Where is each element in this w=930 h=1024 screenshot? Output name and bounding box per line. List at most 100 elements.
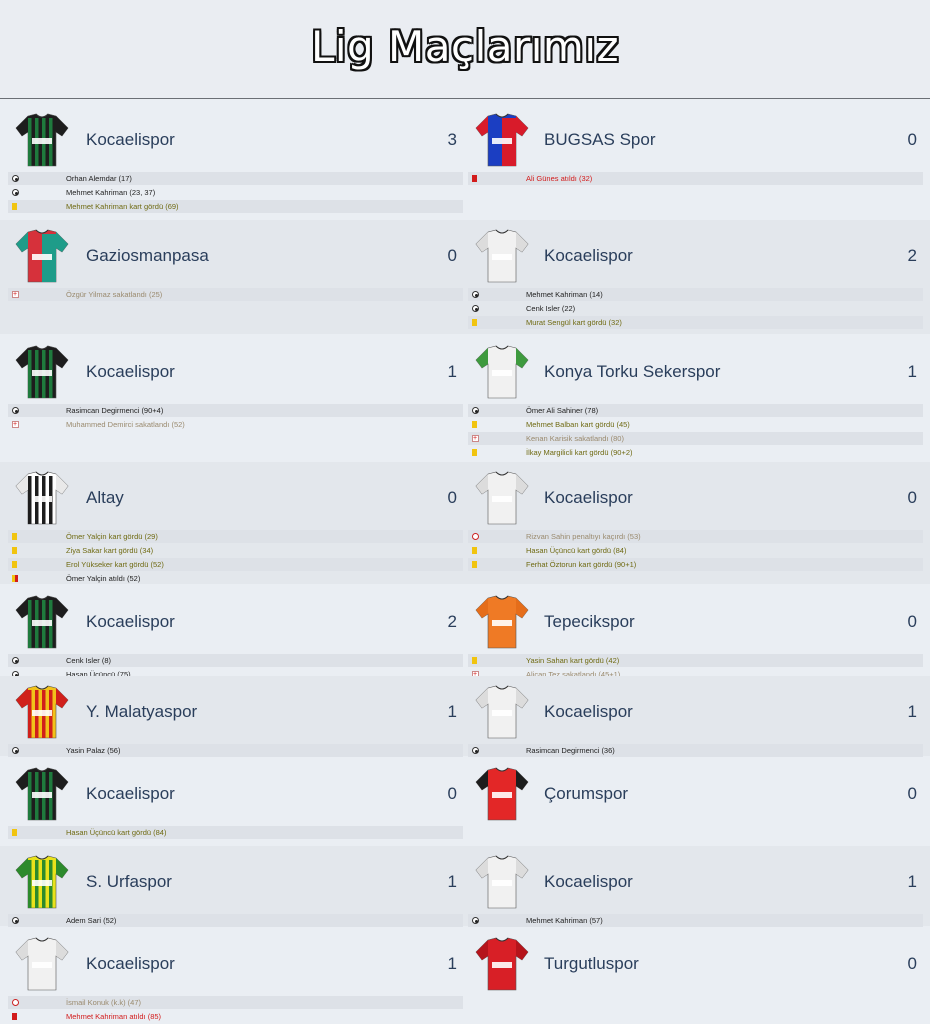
match-event: Rasimcan Degirmenci (36) [468, 744, 923, 757]
team-kit-icon [14, 112, 70, 170]
team-row[interactable]: Konya Torku Sekerspor 1 [468, 336, 923, 404]
team-score: 1 [907, 872, 917, 891]
event-text: Cenk Isler (8) [66, 656, 112, 665]
event-list: Özgür Yilmaz sakatlandı (25) [8, 288, 463, 301]
ball-icon [12, 657, 19, 664]
event-text: Orhan Alemdar (17) [66, 174, 132, 183]
team-name[interactable]: BUGSAS Spor [544, 130, 656, 150]
team-kit-icon [474, 854, 530, 912]
team-name[interactable]: Çorumspor [544, 784, 628, 804]
team-name[interactable]: Kocaelispor [86, 362, 175, 382]
injury-icon [12, 418, 19, 431]
ball-icon [472, 305, 479, 312]
event-text: Özgür Yilmaz sakatlandı (25) [66, 290, 163, 299]
match-event: Erol Yükseker kart gördü (52) [8, 558, 463, 571]
match-event: Mehmet Kahriman (23, 37) [8, 186, 463, 199]
team-row[interactable]: Kocaelispor 0 [8, 758, 463, 826]
team-row[interactable]: Kocaelispor 2 [8, 586, 463, 654]
team-name[interactable]: Tepecikspor [544, 612, 635, 632]
match-event: Cenk Isler (22) [468, 302, 923, 315]
team-kit-icon [14, 854, 70, 912]
team-row[interactable]: Turgutluspor 0 [468, 928, 923, 996]
yellow-card-icon [12, 547, 17, 554]
team-kit-icon [474, 112, 530, 170]
team-name[interactable]: Kocaelispor [86, 954, 175, 974]
team-row[interactable]: Tepecikspor 0 [468, 586, 923, 654]
team-row[interactable]: Gaziosmanpasa 0 [8, 220, 463, 288]
event-text: Hasan Üçüncü kart gördü (84) [66, 828, 167, 837]
event-list: Rasimcan Degirmenci (36) [468, 744, 923, 757]
event-list: Ömer Yalçin kart gördü (29) Ziya Sakar ka… [8, 530, 463, 585]
away-team: Turgutluspor 0 [468, 928, 923, 996]
team-kit-icon [474, 936, 530, 994]
match-event: Kenan Karisik sakatlandı (80) [468, 432, 923, 445]
team-kit-icon [14, 344, 70, 402]
team-row[interactable]: Kocaelispor 0 [468, 462, 923, 530]
team-kit-icon [14, 594, 70, 652]
team-row[interactable]: Çorumspor 0 [468, 758, 923, 826]
yellow-card-icon [472, 319, 477, 326]
team-row[interactable]: Kocaelispor 3 [8, 104, 463, 172]
team-name[interactable]: Kocaelispor [86, 612, 175, 632]
ball-icon [12, 407, 19, 414]
team-score: 0 [447, 784, 457, 803]
match-block: Kocaelispor 3 Orhan Alemdar (17) Mehmet Kah… [0, 104, 930, 218]
yellow-card-icon [12, 533, 17, 540]
event-list: Mehmet Kahriman (57) [468, 914, 923, 927]
team-name[interactable]: Turgutluspor [544, 954, 639, 974]
page-title: Lig Maçlarımız [310, 22, 620, 71]
event-text: Yasin Palaz (56) [66, 746, 121, 755]
red-card-icon [12, 1013, 17, 1020]
match-event: Hasan Üçüncü kart gördü (84) [8, 826, 463, 839]
event-text: Cenk Isler (22) [526, 304, 576, 313]
match-event: Orhan Alemdar (17) [8, 172, 463, 185]
team-name[interactable]: Kocaelispor [544, 872, 633, 892]
team-name[interactable]: Kocaelispor [544, 488, 633, 508]
team-row[interactable]: Altay 0 [8, 462, 463, 530]
team-name[interactable]: Y. Malatyaspor [86, 702, 197, 722]
team-row[interactable]: S. Urfaspor 1 [8, 846, 463, 914]
team-name[interactable]: Konya Torku Sekerspor [544, 362, 720, 382]
team-score: 1 [447, 872, 457, 891]
home-team: Y. Malatyaspor 1 Yasin Palaz (56) [8, 676, 463, 758]
team-row[interactable]: Kocaelispor 1 [8, 336, 463, 404]
match-block: Kocaelispor 1 İsmail Konuk (k.k) (47) Mehme… [0, 928, 930, 1022]
team-name[interactable]: Kocaelispor [86, 784, 175, 804]
team-row[interactable]: BUGSAS Spor 0 [468, 104, 923, 172]
team-row[interactable]: Y. Malatyaspor 1 [8, 676, 463, 744]
team-score: 1 [447, 954, 457, 973]
match-event: Ferhat Öztorun kart gördü (90+1) [468, 558, 923, 571]
yellow-card-icon [472, 449, 477, 456]
home-team: Kocaelispor 1 İsmail Konuk (k.k) (47) Mehme… [8, 928, 463, 1024]
team-row[interactable]: Kocaelispor 1 [8, 928, 463, 996]
yellow-card-icon [12, 561, 17, 568]
match-event: Mehmet Balban kart gördü (45) [468, 418, 923, 431]
match-event: İlkay Margilicli kart gördü (90+2) [468, 446, 923, 459]
team-row[interactable]: Kocaelispor 1 [468, 846, 923, 914]
team-score: 0 [907, 130, 917, 149]
match-block: Kocaelispor 2 Cenk Isler (8) Hasan Üçüncü (… [0, 586, 930, 681]
team-kit-icon [14, 684, 70, 742]
team-row[interactable]: Kocaelispor 1 [468, 676, 923, 744]
team-name[interactable]: Kocaelispor [86, 130, 175, 150]
missed-penalty-icon [12, 999, 19, 1006]
team-score: 1 [447, 702, 457, 721]
team-name[interactable]: Kocaelispor [544, 246, 633, 266]
event-text: Ferhat Öztorun kart gördü (90+1) [526, 560, 637, 569]
team-score: 3 [447, 130, 457, 149]
team-name[interactable]: Gaziosmanpasa [86, 246, 209, 266]
team-name[interactable]: S. Urfaspor [86, 872, 172, 892]
away-team: Kocaelispor 1 Rasimcan Degirmenci (36) [468, 676, 923, 758]
match-event: Mehmet Kahriman kart gördü (69) [8, 200, 463, 213]
match-event: Yasin Palaz (56) [8, 744, 463, 757]
event-list: Rasimcan Degirmenci (90+4) Muhammed Demir… [8, 404, 463, 431]
team-name[interactable]: Altay [86, 488, 124, 508]
yellow-card-icon [472, 547, 477, 554]
team-score: 2 [907, 246, 917, 265]
team-score: 1 [447, 362, 457, 381]
team-score: 2 [447, 612, 457, 631]
team-name[interactable]: Kocaelispor [544, 702, 633, 722]
team-kit-icon [14, 228, 70, 286]
team-row[interactable]: Kocaelispor 2 [468, 220, 923, 288]
team-score: 0 [907, 784, 917, 803]
